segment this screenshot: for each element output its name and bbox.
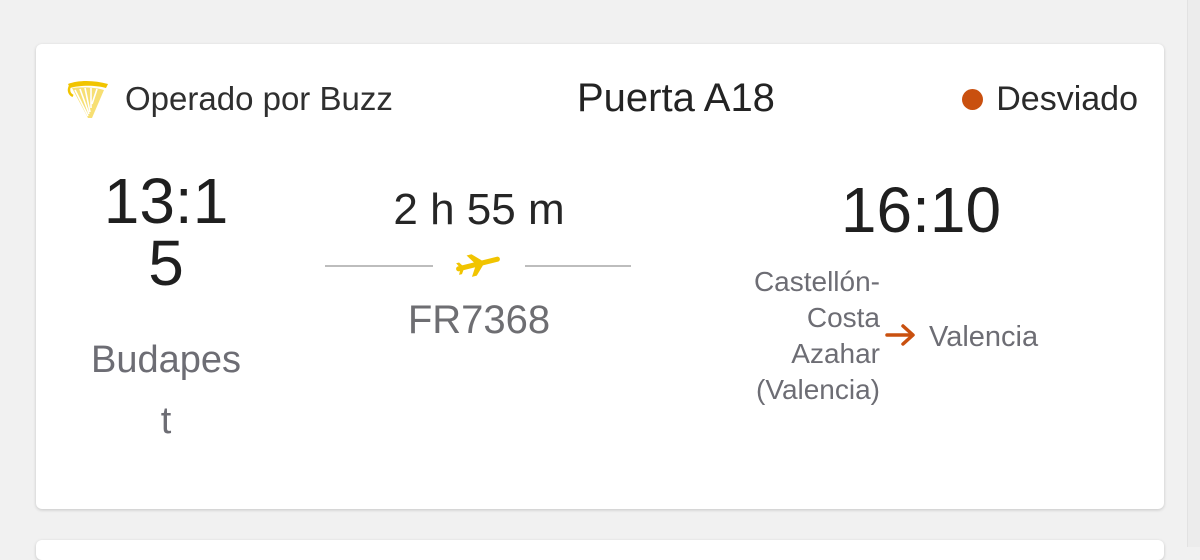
departure-city: Budapest [90,339,241,442]
original-destination: Castellón-Costa Azahar (Valencia) [753,266,880,405]
flight-duration: 2 h 55 m [393,185,565,234]
next-flight-card[interactable] [36,540,1164,560]
flight-number: FR7368 [407,298,551,342]
route-line-right [525,265,631,267]
route-line-left [325,265,433,267]
gate-label: Puerta A18 [577,76,775,120]
departure-time: 13:15 [103,165,229,299]
flight-card[interactable]: Operado por Buzz Puerta A18 Desviado 13:… [36,44,1164,509]
operated-by-text: Operado por Buzz [125,80,393,117]
status-badge: Desviado [962,78,1138,120]
status-text: Desviado [996,80,1138,118]
scrollbar[interactable] [1187,0,1200,547]
status-dot-icon [962,88,984,110]
harp-logo-icon [66,78,110,120]
arrival-time: 16:10 [840,174,1002,246]
diverted-destination: Valencia [929,321,1039,353]
arrow-right-icon [884,322,918,348]
airplane-icon [455,247,501,281]
